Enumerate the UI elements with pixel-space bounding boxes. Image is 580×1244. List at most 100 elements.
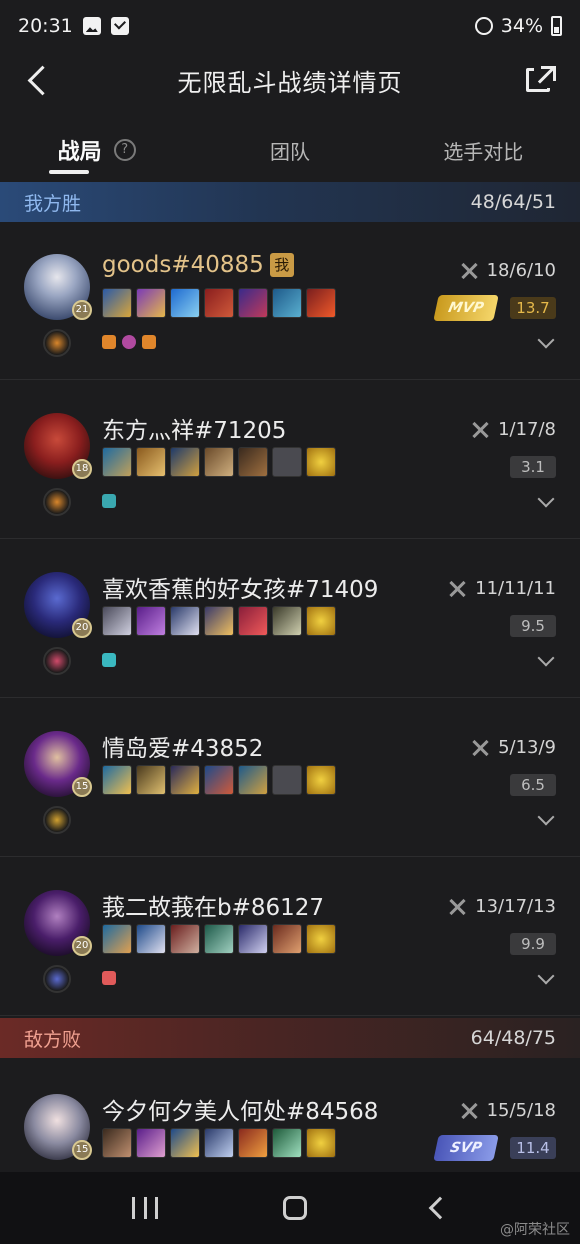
player-row[interactable]: 20 莪二故莪在b#86127 13/17/13 9.9 <box>0 858 580 1016</box>
champion-level: 20 <box>72 936 92 956</box>
enemy-score: 64/48/75 <box>470 1027 556 1049</box>
tag-icon <box>102 971 116 985</box>
rating-score: 13.7 <box>510 297 556 319</box>
kda: 1/17/8 <box>470 419 556 440</box>
watermark: @阿荣社区 <box>500 1222 570 1238</box>
chevron-down-icon[interactable] <box>537 967 555 985</box>
item-icon <box>170 765 200 795</box>
item-icon <box>204 447 234 477</box>
kda-value: 5/13/9 <box>498 737 556 758</box>
kda: 13/17/13 <box>447 896 556 917</box>
item-icon <box>170 447 200 477</box>
item-list <box>102 606 336 636</box>
tab-team[interactable]: 团队 <box>193 118 386 182</box>
item-icon <box>102 447 132 477</box>
item-icon <box>272 288 302 318</box>
player-row[interactable]: 15 今夕何夕美人何处#84568 15/5/18 SVP 11.4 <box>0 1064 580 1172</box>
status-bar: 20:31 34% <box>0 0 580 52</box>
item-icon <box>238 288 268 318</box>
player-name-text: goods#40885 <box>102 252 264 278</box>
item-icon <box>238 447 268 477</box>
item-icon <box>238 924 268 954</box>
chevron-down-icon[interactable] <box>537 649 555 667</box>
item-icon <box>170 606 200 636</box>
summoner-spell-icon <box>43 965 71 993</box>
player-row[interactable]: 21 .s1::after{background:#d9862b} goods#… <box>0 222 580 380</box>
item-icon <box>306 288 336 318</box>
kda: 15/5/18 <box>459 1100 556 1121</box>
recent-apps-icon[interactable] <box>132 1197 159 1219</box>
kda: 5/13/9 <box>470 737 556 758</box>
item-list <box>102 1128 336 1158</box>
trinket-icon <box>306 1128 336 1158</box>
system-back-icon[interactable] <box>428 1196 451 1220</box>
item-icon <box>204 1128 234 1158</box>
status-time: 20:31 <box>18 15 73 37</box>
player-name: 喜欢香蕉的好女孩#71409 <box>102 577 379 603</box>
champion-level: 21 <box>72 300 92 320</box>
trinket-icon <box>306 765 336 795</box>
kda-value: 15/5/18 <box>486 1100 556 1121</box>
share-icon[interactable] <box>520 60 560 100</box>
rating-score: 3.1 <box>510 456 556 478</box>
tab-bar: 战局 ? 团队 选手对比 <box>0 118 580 182</box>
tag-list <box>102 653 116 667</box>
trinket-icon <box>306 924 336 954</box>
tab-player-compare[interactable]: 选手对比 <box>387 118 580 182</box>
item-icon <box>102 288 132 318</box>
item-icon <box>170 288 200 318</box>
summoner-spell-icon <box>43 647 71 675</box>
player-row[interactable]: 15 情岛爱#43852 5/13/9 6.5 <box>0 699 580 857</box>
item-icon <box>102 765 132 795</box>
item-icon <box>136 924 166 954</box>
chevron-down-icon[interactable] <box>537 331 555 349</box>
chevron-down-icon[interactable] <box>537 490 555 508</box>
item-icon <box>272 1128 302 1158</box>
player-row[interactable]: 20 喜欢香蕉的好女孩#71409 11/11/11 9.5 <box>0 540 580 698</box>
kda-icon <box>459 261 479 281</box>
trinket-icon <box>306 447 336 477</box>
ally-score: 48/64/51 <box>470 191 556 213</box>
item-icon <box>136 288 166 318</box>
gallery-notification-icon <box>82 17 101 35</box>
tag-icon <box>122 335 136 349</box>
home-icon[interactable] <box>282 1196 307 1220</box>
back-icon[interactable] <box>22 60 62 100</box>
item-list <box>102 447 336 477</box>
player-name: 东方灬祥#71205 <box>102 418 287 444</box>
tag-list <box>102 971 116 985</box>
kda-value: 1/17/8 <box>498 419 556 440</box>
rating-score: 11.4 <box>510 1137 556 1159</box>
kda-value: 11/11/11 <box>475 578 556 599</box>
champion-level: 15 <box>72 777 92 797</box>
chevron-down-icon[interactable] <box>537 808 555 826</box>
kda-icon <box>470 738 490 758</box>
item-icon <box>204 924 234 954</box>
kda-value: 18/6/10 <box>486 260 556 281</box>
kda-icon <box>470 420 490 440</box>
item-list <box>102 765 336 795</box>
champion-level: 15 <box>72 1140 92 1160</box>
tab-battle[interactable]: 战局 ? <box>0 118 193 182</box>
page-title: 无限乱斗战绩详情页 <box>177 68 403 97</box>
kda-value: 13/17/13 <box>475 896 556 917</box>
item-icon <box>102 924 132 954</box>
item-icon <box>238 765 268 795</box>
player-name: goods#40885 我 <box>102 252 294 278</box>
item-icon <box>102 1128 132 1158</box>
item-icon <box>238 606 268 636</box>
item-icon <box>204 288 234 318</box>
alarm-icon <box>474 17 493 35</box>
tag-icon <box>102 494 116 508</box>
mvp-badge: MVP <box>433 295 499 321</box>
rating-score: 6.5 <box>510 774 556 796</box>
help-icon[interactable]: ? <box>113 139 136 161</box>
champion-level: 18 <box>72 459 92 479</box>
item-icon <box>204 765 234 795</box>
player-row[interactable]: 18 东方灬祥#71205 1/17/8 3.1 <box>0 381 580 539</box>
item-icon <box>238 1128 268 1158</box>
item-icon <box>272 606 302 636</box>
trinket-icon <box>306 606 336 636</box>
nav-bar: 无限乱斗战绩详情页 <box>0 52 580 108</box>
player-name: 莪二故莪在b#86127 <box>102 895 325 921</box>
